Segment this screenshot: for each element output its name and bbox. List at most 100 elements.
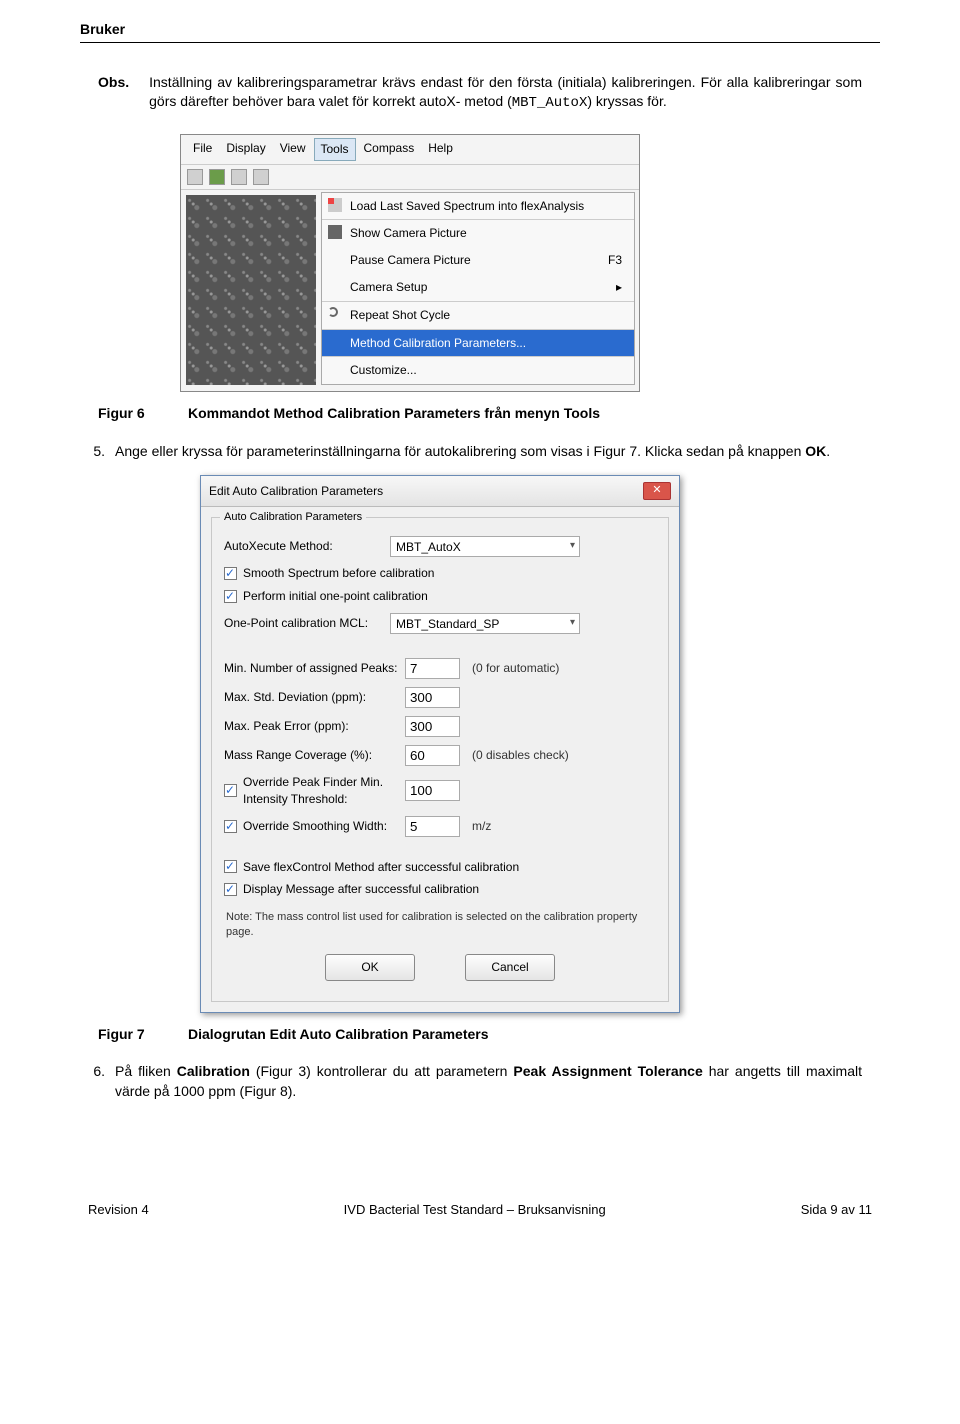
brand-label: Bruker: [80, 21, 125, 37]
min-peaks-label: Min. Number of assigned Peaks:: [224, 660, 399, 677]
menu-item-method-calibration[interactable]: Method Calibration Parameters...: [322, 329, 634, 357]
b: Calibration: [177, 1063, 250, 1079]
obs-text: Inställning av kalibreringsparametrar kr…: [149, 73, 862, 114]
mitem-label: Load Last Saved Spectrum into flexAnalys…: [350, 198, 584, 215]
menu-item-customize[interactable]: Customize...: [322, 356, 634, 384]
mitem-label: Show Camera Picture: [350, 225, 467, 242]
checkbox-icon: [224, 590, 237, 603]
menu-item-camera-setup[interactable]: Camera Setup ▸: [322, 274, 634, 301]
mass-cov-input[interactable]: [405, 745, 460, 766]
close-button[interactable]: ✕: [643, 482, 671, 500]
figure-label: Figur 7: [98, 1025, 178, 1045]
figure-6-caption: Figur 6 Kommandot Method Calibration Par…: [98, 404, 862, 424]
combo-value: MBT_Standard_SP: [396, 617, 499, 631]
t: (Figur 3) kontrollerar du att parametern: [250, 1063, 514, 1079]
ok-button[interactable]: OK: [325, 954, 415, 981]
dialog-note: Note: The mass control list used for cal…: [226, 910, 654, 940]
override-intensity-checkbox[interactable]: [224, 784, 237, 797]
menu-item-show-camera[interactable]: Show Camera Picture: [322, 219, 634, 247]
screenshot-tools-menu: File Display View Tools Compass Help Loa…: [180, 134, 640, 392]
menu-item-pause-camera[interactable]: Pause Camera Picture F3: [322, 247, 634, 274]
max-err-label: Max. Peak Error (ppm):: [224, 718, 399, 735]
checkbox-icon: [224, 883, 237, 896]
footer-page: Sida 9 av 11: [801, 1201, 872, 1219]
obs-text-after: ) kryssas för.: [587, 93, 666, 109]
save-flexcontrol-checkbox[interactable]: Save flexControl Method after successful…: [224, 859, 656, 876]
max-std-label: Max. Std. Deviation (ppm):: [224, 689, 399, 706]
checkbox-icon: [224, 567, 237, 580]
step-bold: OK: [805, 443, 826, 459]
dialog-titlebar: Edit Auto Calibration Parameters ✕: [201, 476, 679, 507]
mitem-label: Pause Camera Picture: [350, 252, 471, 269]
t: På fliken: [115, 1063, 177, 1079]
autoxecute-combo[interactable]: MBT_AutoX: [390, 536, 580, 557]
step-6: 6. På fliken Calibration (Figur 3) kontr…: [80, 1062, 862, 1101]
menu-item-repeat-shot[interactable]: Repeat Shot Cycle: [322, 301, 634, 329]
figure-caption: Kommandot Method Calibration Parameters …: [188, 404, 600, 424]
obs-block: Obs. Inställning av kalibreringsparametr…: [98, 73, 862, 114]
step-text: Ange eller kryssa för parameterinställni…: [115, 442, 862, 462]
max-err-input[interactable]: [405, 716, 460, 737]
min-peaks-input[interactable]: [405, 658, 460, 679]
footer-title: IVD Bacterial Test Standard – Bruksanvis…: [344, 1201, 606, 1219]
tools-dropdown: Load Last Saved Spectrum into flexAnalys…: [321, 192, 635, 386]
menu-file[interactable]: File: [187, 138, 218, 161]
max-std-input[interactable]: [405, 687, 460, 708]
step-text-1: Ange eller kryssa för parameterinställni…: [115, 443, 805, 459]
menu-help[interactable]: Help: [422, 138, 459, 161]
menu-item-load-spectrum[interactable]: Load Last Saved Spectrum into flexAnalys…: [322, 193, 634, 220]
figure-7-caption: Figur 7 Dialogrutan Edit Auto Calibratio…: [98, 1025, 862, 1045]
obs-code: MBT_AutoX: [512, 95, 588, 111]
smooth-spectrum-checkbox[interactable]: Smooth Spectrum before calibration: [224, 565, 656, 582]
step-text: På fliken Calibration (Figur 3) kontroll…: [115, 1062, 862, 1101]
min-peaks-hint: (0 for automatic): [472, 660, 559, 677]
override-smoothing-label: Override Smoothing Width:: [243, 818, 399, 835]
onepoint-combo[interactable]: MBT_Standard_SP: [390, 613, 580, 634]
override-smoothing-unit: m/z: [472, 818, 491, 835]
menu-compass[interactable]: Compass: [358, 138, 421, 161]
toolbar-icon[interactable]: [209, 169, 225, 185]
toolbar-icon[interactable]: [187, 169, 203, 185]
cancel-button[interactable]: Cancel: [465, 954, 555, 981]
checkbox-icon: [224, 860, 237, 873]
toolbar-icon[interactable]: [253, 169, 269, 185]
toolbar-icon[interactable]: [231, 169, 247, 185]
mitem-label: Camera Setup: [350, 279, 427, 296]
checkbox-label: Smooth Spectrum before calibration: [243, 565, 434, 582]
mass-cov-hint: (0 disables check): [472, 747, 569, 764]
menu-tools[interactable]: Tools: [314, 138, 356, 161]
step-number: 5.: [80, 442, 105, 462]
onepoint-label: One-Point calibration MCL:: [224, 615, 384, 632]
camera-icon: [328, 225, 342, 239]
override-intensity-input[interactable]: [405, 780, 460, 801]
obs-label: Obs.: [98, 73, 129, 114]
mitem-shortcut: F3: [608, 252, 622, 269]
b: Peak Assignment Tolerance: [513, 1063, 702, 1079]
figure-label: Figur 6: [98, 404, 178, 424]
footer-revision: Revision 4: [88, 1201, 149, 1219]
display-message-checkbox[interactable]: Display Message after successful calibra…: [224, 881, 656, 898]
step-text-2: .: [826, 443, 830, 459]
initial-onepoint-checkbox[interactable]: Perform initial one-point calibration: [224, 588, 656, 605]
checkbox-label: Perform initial one-point calibration: [243, 588, 428, 605]
cycle-icon: [328, 307, 338, 317]
spectrum-preview: [186, 195, 316, 385]
menubar: File Display View Tools Compass Help: [181, 135, 639, 165]
group-title: Auto Calibration Parameters: [220, 510, 366, 525]
load-icon: [328, 198, 342, 212]
dialog-button-row: OK Cancel: [224, 954, 656, 981]
checkbox-label: Save flexControl Method after successful…: [243, 859, 519, 876]
override-intensity-label: Override Peak Finder Min. Intensity Thre…: [243, 774, 399, 808]
mitem-label: Repeat Shot Cycle: [350, 307, 450, 324]
autoxecute-label: AutoXecute Method:: [224, 538, 384, 555]
page-footer: Revision 4 IVD Bacterial Test Standard –…: [80, 1201, 880, 1219]
submenu-arrow-icon: ▸: [616, 279, 622, 296]
toolbar: [181, 165, 639, 190]
page-header: Bruker: [80, 20, 880, 43]
override-smoothing-input[interactable]: [405, 816, 460, 837]
menu-view[interactable]: View: [274, 138, 312, 161]
combo-value: MBT_AutoX: [396, 540, 461, 554]
menu-display[interactable]: Display: [220, 138, 271, 161]
mass-cov-label: Mass Range Coverage (%):: [224, 747, 399, 764]
override-smoothing-checkbox[interactable]: [224, 820, 237, 833]
